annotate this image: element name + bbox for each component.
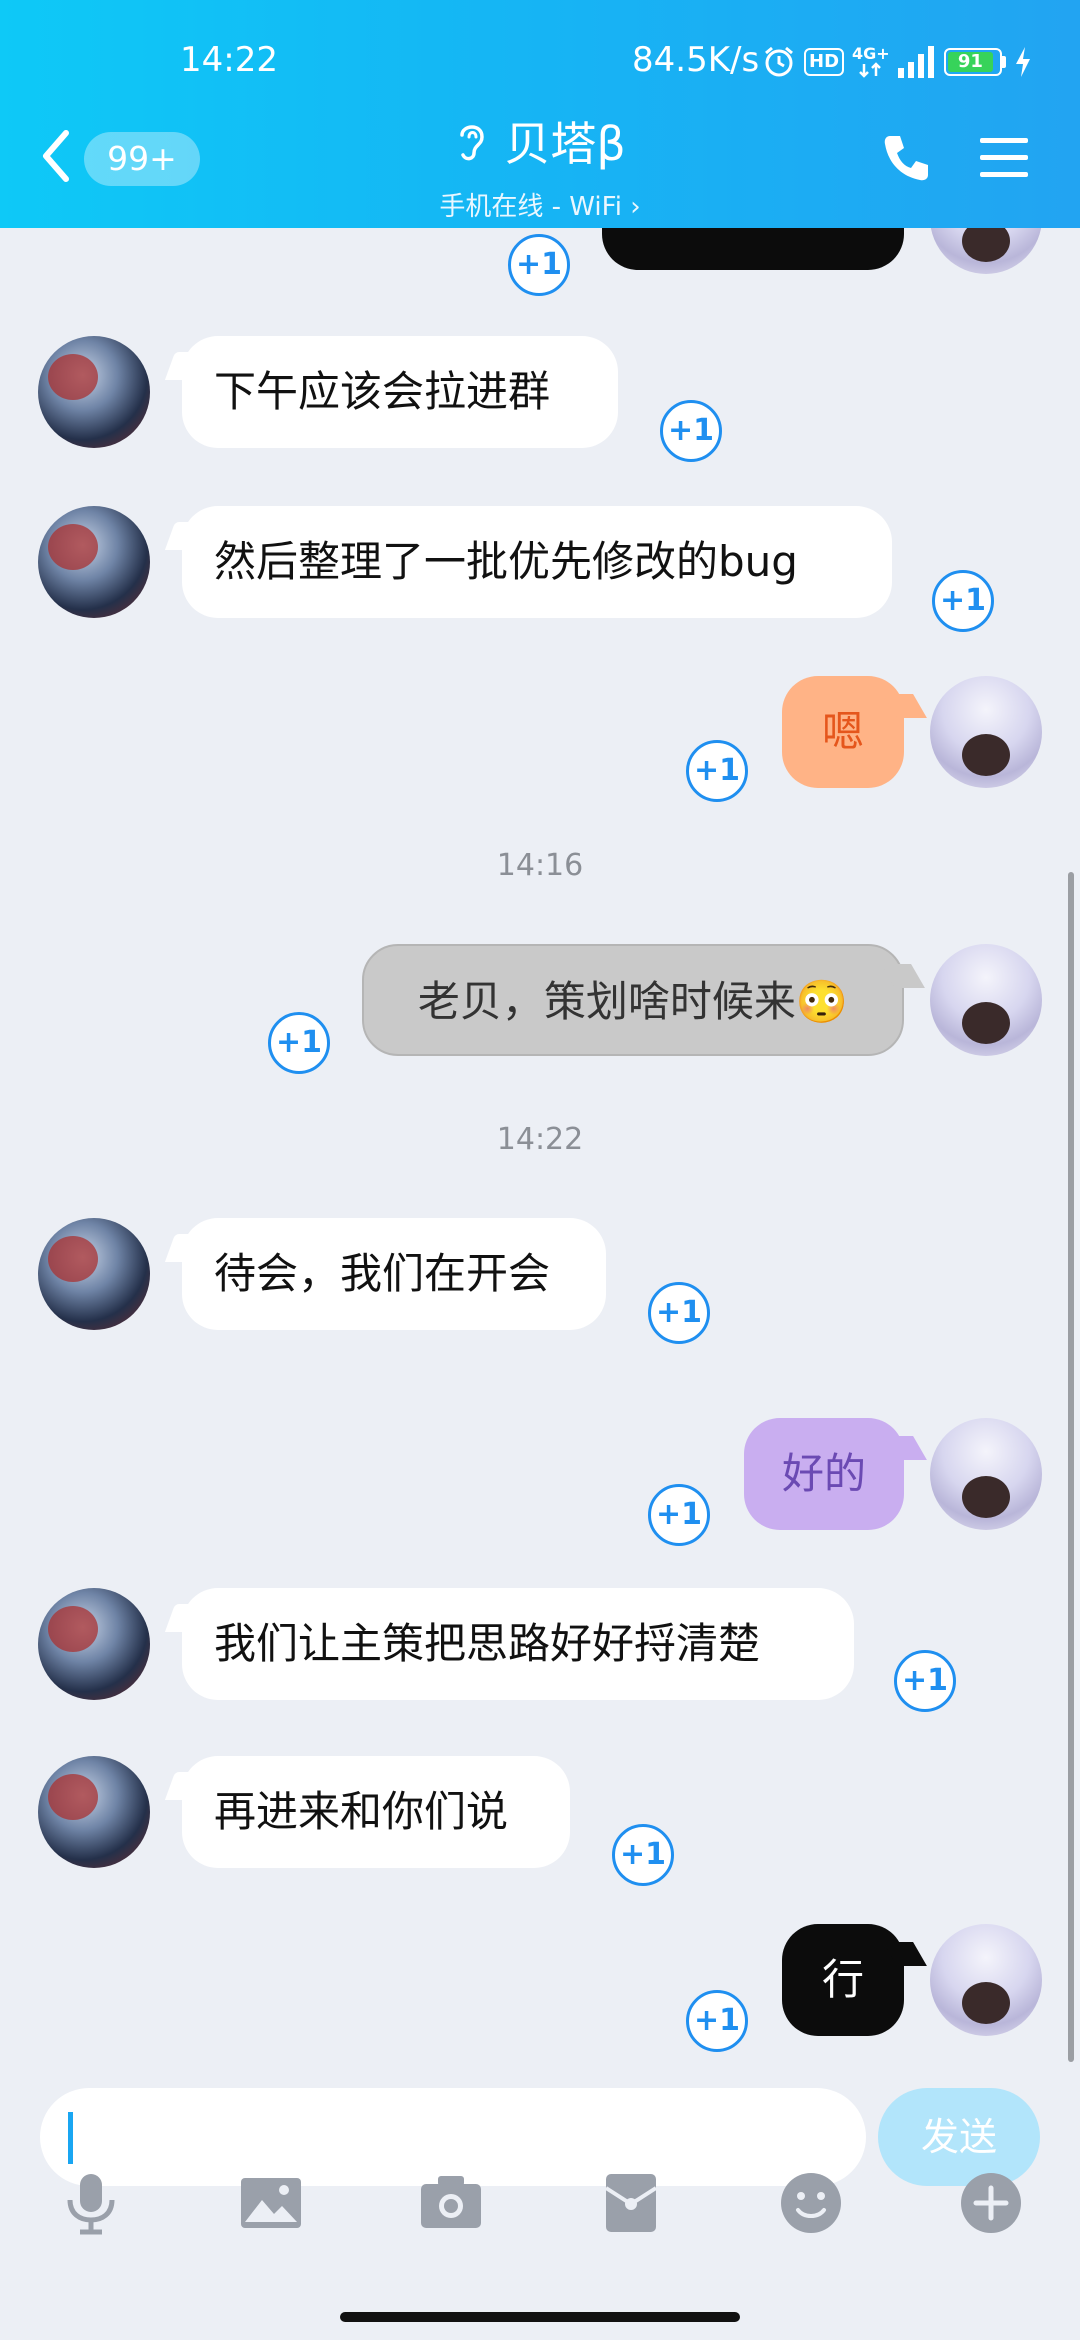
plus-one-button[interactable]: +1	[612, 1824, 674, 1886]
status-time: 14:22	[180, 40, 278, 80]
plus-one-button[interactable]: +1	[268, 1012, 330, 1074]
red-packet-icon	[604, 2174, 658, 2232]
plus-one-button[interactable]: +1	[648, 1484, 710, 1546]
contact-name: 贝塔β	[504, 117, 626, 171]
message-bubble[interactable]: 下午应该会拉进群	[182, 336, 618, 448]
red-packet-button[interactable]	[596, 2168, 666, 2238]
contact-avatar[interactable]	[38, 506, 150, 618]
mobile-network: 4G+	[852, 44, 890, 78]
home-indicator[interactable]	[340, 2312, 740, 2322]
call-button[interactable]	[878, 130, 934, 186]
my-avatar[interactable]	[930, 228, 1042, 274]
message-bubble[interactable]: 行	[782, 1924, 904, 2036]
hd-icon: HD	[804, 48, 845, 76]
contact-avatar[interactable]	[38, 1756, 150, 1868]
signal-icon	[896, 46, 936, 78]
message-bubble[interactable]	[602, 228, 904, 270]
plus-one-button[interactable]: +1	[508, 234, 570, 296]
emoji-icon	[781, 2173, 841, 2233]
message-bubble[interactable]: 待会，我们在开会	[182, 1218, 606, 1330]
my-avatar[interactable]	[930, 1418, 1042, 1530]
contact-avatar[interactable]	[38, 336, 150, 448]
timestamp: 14:16	[496, 848, 584, 883]
text-cursor	[68, 2112, 73, 2164]
menu-icon	[980, 138, 1028, 177]
camera-icon	[421, 2176, 481, 2228]
message-bubble[interactable]: 老贝，策划啥时候来😳	[362, 944, 904, 1056]
plus-one-button[interactable]: +1	[894, 1650, 956, 1712]
my-avatar[interactable]	[930, 944, 1042, 1056]
plus-one-button[interactable]: +1	[648, 1282, 710, 1344]
network-type: 4G+	[852, 44, 890, 63]
camera-button[interactable]	[416, 2168, 486, 2238]
battery-icon: 91	[943, 48, 1006, 76]
alarm-icon	[762, 45, 796, 79]
status-icons: HD 4G+ 91	[762, 40, 1032, 84]
scrollbar[interactable]	[1068, 872, 1074, 2062]
contact-avatar[interactable]	[38, 1218, 150, 1330]
message-bubble[interactable]: 再进来和你们说	[182, 1756, 570, 1868]
more-button[interactable]	[956, 2168, 1026, 2238]
message-bubble[interactable]: 我们让主策把思路好好捋清楚	[182, 1588, 854, 1700]
voice-button[interactable]	[56, 2168, 126, 2238]
ear-icon	[460, 125, 485, 161]
plus-one-button[interactable]: +1	[660, 400, 722, 462]
battery-level: 91	[947, 52, 994, 72]
phone-icon	[884, 136, 928, 181]
contact-avatar[interactable]	[38, 1588, 150, 1700]
message-list[interactable]: +1 下午应该会拉进群 +1 然后整理了一批优先修改的bug +1 嗯 +1 1…	[0, 228, 1080, 2068]
plus-icon	[961, 2173, 1021, 2233]
image-button[interactable]	[236, 2168, 306, 2238]
menu-button[interactable]	[976, 130, 1032, 186]
message-bubble[interactable]: 然后整理了一批优先修改的bug	[182, 506, 892, 618]
timestamp: 14:22	[496, 1122, 584, 1157]
input-toolbar	[0, 2168, 1080, 2268]
charging-icon	[1014, 46, 1032, 78]
plus-one-button[interactable]: +1	[932, 570, 994, 632]
emoji-button[interactable]	[776, 2168, 846, 2238]
plus-one-button[interactable]: +1	[686, 740, 748, 802]
chat-header: 14:22 84.5K/s HD 4G+ 91 99+ 贝塔β 手机在线 - W…	[0, 0, 1080, 228]
message-bubble[interactable]: 嗯	[782, 676, 904, 788]
message-bubble[interactable]: 好的	[744, 1418, 904, 1530]
network-speed: 84.5K/s	[632, 40, 760, 80]
my-avatar[interactable]	[930, 676, 1042, 788]
plus-one-button[interactable]: +1	[686, 1990, 748, 2052]
my-avatar[interactable]	[930, 1924, 1042, 2036]
image-icon	[241, 2178, 301, 2228]
microphone-icon	[67, 2174, 115, 2235]
contact-status: 手机在线 - WiFi ›	[439, 192, 641, 222]
